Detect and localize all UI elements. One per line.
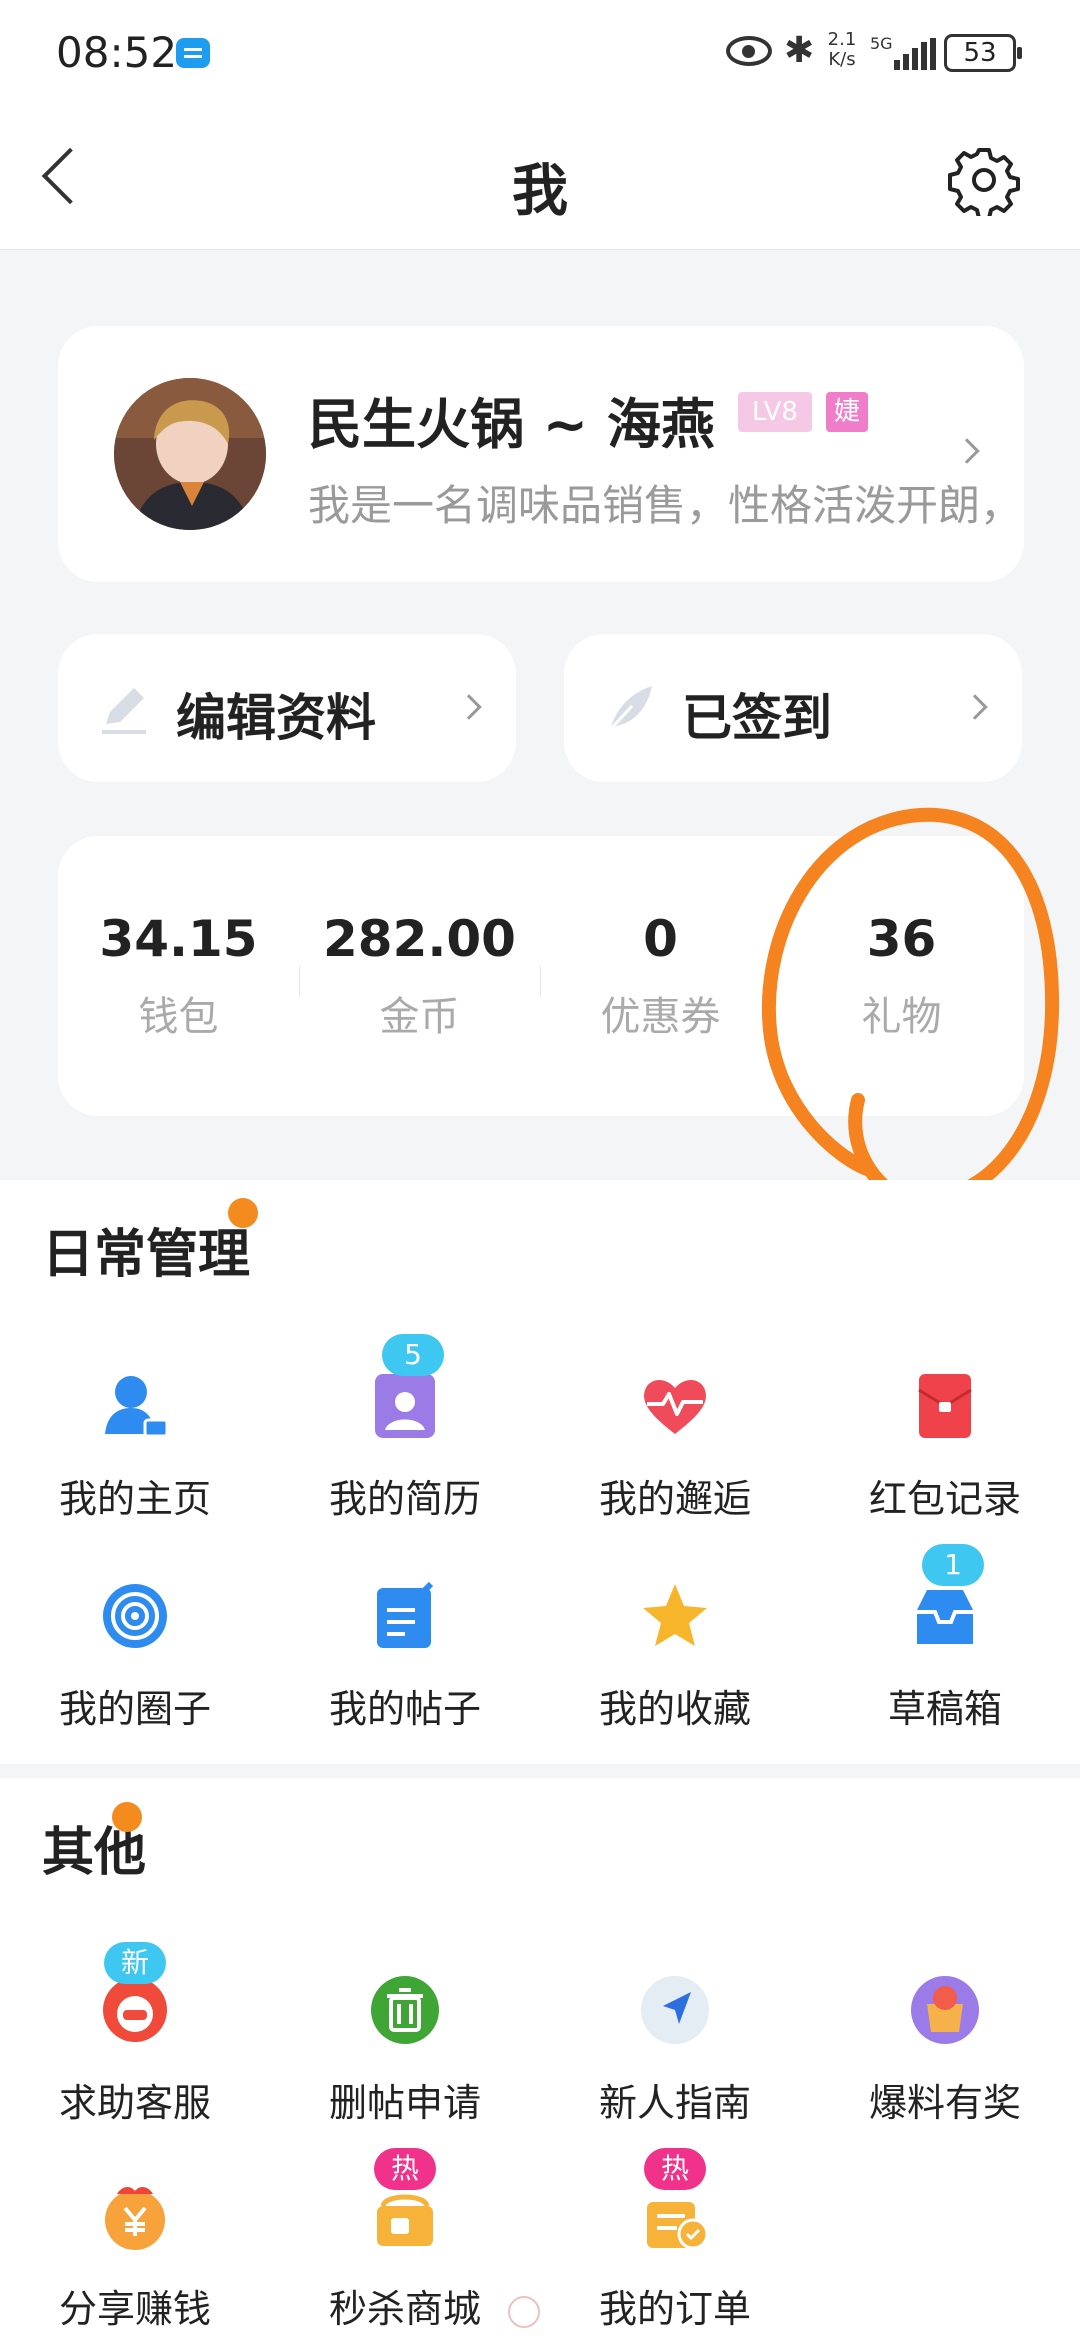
- profile-bio: 我是一名调味品销售，性格活泼开朗，: [308, 481, 994, 530]
- stat-coupons[interactable]: 0 优惠券: [540, 910, 781, 1042]
- grid-label: 我的邂逅: [598, 1477, 751, 1521]
- gender-badge: 婕: [826, 392, 868, 432]
- shop-icon: [377, 2194, 433, 2246]
- grid-label: 爆料有奖: [868, 2081, 1021, 2125]
- battery-level: 53: [963, 38, 997, 68]
- stat-label: 金币: [379, 994, 460, 1040]
- grid-label: 秒杀商城: [328, 2287, 481, 2331]
- circle-target-icon: [103, 1584, 167, 1648]
- daily-management-section: 日常管理 我的主页 5 我的简历 我的邂逅 红包记录 我的圈子 我的帖子 我的收…: [0, 1180, 1080, 1764]
- edit-profile-label: 编辑资料: [176, 689, 376, 747]
- watermark-logo: [508, 2296, 540, 2328]
- count-badge: 热: [644, 2148, 706, 2190]
- notification-dot: [112, 1802, 142, 1832]
- grid-label: 我的帖子: [328, 1687, 481, 1731]
- grid-item-delete-post-request[interactable]: 删帖申请: [270, 1974, 540, 2154]
- eye-icon: [726, 36, 772, 66]
- grid-item-drafts[interactable]: 1 草稿箱: [810, 1544, 1080, 1760]
- grid-label: 我的圈子: [58, 1687, 211, 1731]
- person-card-icon: [105, 1376, 169, 1438]
- stat-wallet[interactable]: 34.15 钱包: [58, 910, 299, 1042]
- grid-label: 我的收藏: [598, 1687, 751, 1731]
- trash-icon: [371, 1976, 439, 2044]
- grid-label: 新人指南: [598, 2081, 751, 2125]
- count-badge: 新: [104, 1942, 166, 1984]
- post-edit-icon: [377, 1581, 434, 1648]
- network-type: 5G: [870, 34, 893, 53]
- level-badge: LV8: [738, 392, 812, 432]
- navigation-arrow-icon: [641, 1976, 709, 2044]
- profile-card[interactable]: 民生火锅 ~ 海燕 LV8 婕 我是一名调味品销售，性格活泼开朗，: [58, 326, 1024, 582]
- stat-value: 34.15: [99, 910, 258, 968]
- stat-label: 礼物: [861, 994, 942, 1040]
- gift-bag-icon: [911, 1976, 979, 2044]
- red-envelope-icon: [918, 1374, 972, 1438]
- chevron-right-icon: [456, 694, 482, 720]
- grid-item-my-orders[interactable]: 热 我的订单: [540, 2148, 810, 2340]
- order-icon: [647, 2202, 709, 2250]
- grid-label: 我的主页: [58, 1477, 211, 1521]
- grid-label: 求助客服: [58, 2081, 211, 2125]
- stat-value: 282.00: [323, 910, 516, 968]
- stat-label: 优惠券: [600, 994, 721, 1040]
- signed-in-label: 已签到: [682, 689, 832, 747]
- chevron-right-icon: [954, 438, 980, 464]
- edit-profile-button[interactable]: 编辑资料: [58, 634, 516, 782]
- sign-in-button[interactable]: 已签到: [564, 634, 1022, 782]
- grid-label: 我的简历: [328, 1477, 481, 1521]
- count-badge: 5: [382, 1334, 444, 1376]
- chevron-right-icon: [962, 694, 988, 720]
- grid-label: 草稿箱: [887, 1687, 1002, 1731]
- grid-item-my-favorites[interactable]: 我的收藏: [540, 1580, 810, 1760]
- message-notification-icon: [176, 38, 210, 68]
- stat-label: 钱包: [138, 994, 219, 1040]
- grid-label: 红包记录: [868, 1477, 1021, 1521]
- feather-icon: [606, 686, 652, 734]
- grid-item-newbie-guide[interactable]: 新人指南: [540, 1974, 810, 2154]
- page-title: 我: [512, 159, 568, 224]
- grid-item-tip-reward[interactable]: 爆料有奖: [810, 1974, 1080, 2154]
- bluetooth-icon: ✱: [784, 30, 815, 71]
- yen-coin-icon: [105, 2187, 165, 2250]
- inbox-icon: [917, 1590, 973, 1644]
- network-speed: 2.1 K/s: [827, 29, 857, 70]
- stat-value: 0: [643, 910, 678, 968]
- grid-item-my-posts[interactable]: 我的帖子: [270, 1580, 540, 1760]
- count-badge: 1: [922, 1544, 984, 1586]
- grid-label: 删帖申请: [328, 2081, 481, 2125]
- count-badge: 热: [374, 2148, 436, 2190]
- stats-card: 34.15 钱包 282.00 金币 0 优惠券 36 礼物: [58, 836, 1024, 1116]
- star-icon: [643, 1584, 707, 1646]
- grid-item-share-earn[interactable]: 分享赚钱: [0, 2180, 270, 2340]
- other-section: 其他 新 求助客服 删帖申请 新人指南 爆料有奖 分享赚钱 热 秒杀商城 热 我…: [0, 1778, 1080, 2340]
- grid-item-my-homepage[interactable]: 我的主页: [0, 1370, 270, 1550]
- notification-dot: [228, 1198, 258, 1228]
- customer-service-icon: [103, 1978, 167, 2042]
- nav-bar: 我: [0, 110, 1080, 250]
- signal-icon: [894, 38, 938, 70]
- status-bar: 08:52 ✱ 2.1 K/s 5G 53: [0, 0, 1080, 110]
- heart-pulse-icon: [644, 1379, 706, 1434]
- grid-item-my-resume[interactable]: 5 我的简历: [270, 1334, 540, 1550]
- section-title: 日常管理: [42, 1225, 251, 1285]
- status-time: 08:52: [56, 28, 178, 77]
- grid-item-my-circles[interactable]: 我的圈子: [0, 1580, 270, 1760]
- grid-item-red-packet-records[interactable]: 红包记录: [810, 1370, 1080, 1550]
- grid-item-my-encounters[interactable]: 我的邂逅: [540, 1370, 810, 1550]
- grid-label: 我的订单: [598, 2287, 751, 2331]
- pencil-icon: [102, 688, 146, 734]
- resume-icon: [375, 1374, 435, 1438]
- profile-name: 民生火锅 ~ 海燕: [308, 393, 715, 456]
- avatar[interactable]: [114, 378, 266, 530]
- grid-item-flash-sale-mall[interactable]: 热 秒杀商城: [270, 2148, 540, 2340]
- stat-coins[interactable]: 282.00 金币: [299, 910, 540, 1042]
- stat-gifts[interactable]: 36 礼物: [781, 910, 1022, 1042]
- grid-item-customer-service[interactable]: 新 求助客服: [0, 1942, 270, 2154]
- grid-label: 分享赚钱: [58, 2287, 211, 2331]
- battery-icon: 53: [944, 34, 1022, 72]
- stat-value: 36: [866, 910, 937, 968]
- gear-icon[interactable]: [948, 144, 1020, 216]
